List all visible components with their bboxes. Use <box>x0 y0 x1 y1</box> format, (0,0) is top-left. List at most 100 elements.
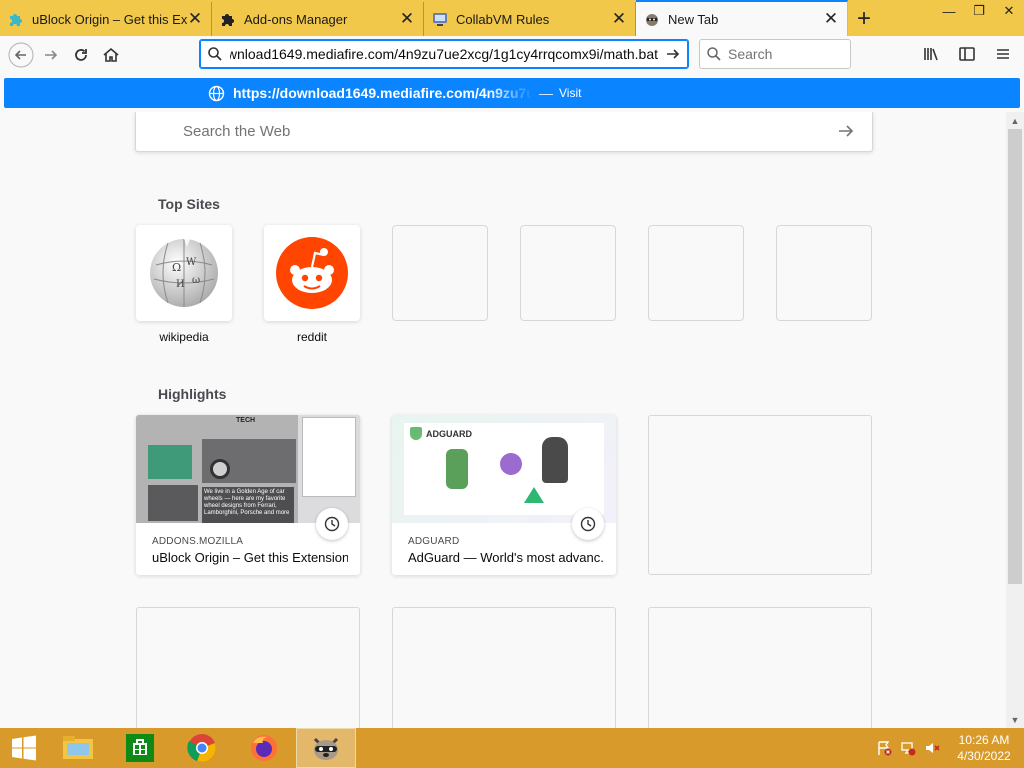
clock-icon <box>572 508 604 540</box>
window-controls: — ❐ ✕ <box>934 0 1024 22</box>
tab-strip: uBlock Origin – Get this Exte ✕ Add-ons … <box>0 0 1024 36</box>
start-button[interactable] <box>0 728 48 768</box>
highlight-placeholder <box>136 607 360 728</box>
suggestion-url: https://download1649.mediafire.com/4n9zu… <box>233 85 533 101</box>
address-bar[interactable]: wnload1649.mediafire.com/4n9zu7ue2xcg/1g… <box>199 39 689 69</box>
new-tab-button[interactable]: + <box>848 2 880 36</box>
close-tab-icon[interactable]: ✕ <box>187 9 203 28</box>
home-button[interactable] <box>96 40 126 70</box>
minimize-button[interactable]: — <box>934 0 964 22</box>
sidebar-icon <box>959 47 975 61</box>
highlight-placeholder <box>648 607 872 728</box>
svg-text:ω: ω <box>192 275 200 286</box>
search-placeholder: Search <box>728 46 773 62</box>
library-button[interactable] <box>916 40 946 68</box>
taskbar-chrome[interactable] <box>172 728 232 768</box>
top-site-empty[interactable] <box>520 225 616 321</box>
close-window-button[interactable]: ✕ <box>994 0 1024 22</box>
close-tab-icon[interactable]: ✕ <box>611 9 627 28</box>
forward-button[interactable] <box>36 40 66 70</box>
vertical-scrollbar[interactable]: ▲ ▼ <box>1006 112 1024 728</box>
clock-date: 4/30/2022 <box>957 749 1011 763</box>
tab-addons-manager[interactable]: Add-ons Manager ✕ <box>212 2 424 36</box>
search-bar[interactable]: Search <box>699 39 851 69</box>
restore-button[interactable]: ❐ <box>964 0 994 22</box>
reload-button[interactable] <box>66 40 96 70</box>
search-icon <box>706 46 722 62</box>
top-site-wikipedia[interactable]: Ω W И ω wikipedia <box>136 225 232 344</box>
web-search-box[interactable]: Search the Web <box>135 112 873 152</box>
highlight-host: ADGUARD <box>408 536 460 547</box>
top-site-label: wikipedia <box>159 330 209 344</box>
tab-collabvm-rules[interactable]: CollabVM Rules ✕ <box>424 2 636 36</box>
highlight-placeholder <box>392 607 616 728</box>
home-icon <box>103 47 119 62</box>
top-site-label: reddit <box>296 330 328 344</box>
firefox-icon <box>251 735 277 761</box>
raccoon-icon <box>313 737 339 760</box>
network-icon[interactable] <box>896 740 920 756</box>
tab-title: uBlock Origin – Get this Exte <box>32 11 187 27</box>
wikipedia-globe-icon: Ω W И ω <box>150 239 218 307</box>
chrome-icon <box>187 734 216 762</box>
windows-logo-icon <box>12 735 36 761</box>
reload-icon <box>75 49 87 61</box>
top-site-empty[interactable] <box>776 225 872 321</box>
explorer-icon <box>63 736 93 759</box>
clock-icon <box>316 508 348 540</box>
suggestion-separator: — <box>539 85 553 101</box>
hamburger-menu-icon <box>997 49 1009 59</box>
taskbar-explorer[interactable] <box>48 728 108 768</box>
top-site-empty[interactable] <box>648 225 744 321</box>
highlight-card-adguard[interactable]: ADGUARD ADGUARD AdGuard — World's most a… <box>392 415 616 575</box>
url-suggestion-row[interactable]: https://download1649.mediafire.com/4n9zu… <box>4 78 1020 108</box>
scroll-up-arrow-icon[interactable]: ▲ <box>1006 112 1024 129</box>
svg-text:Ω: Ω <box>172 261 181 274</box>
highlight-placeholder <box>648 415 872 575</box>
highlights-heading: Highlights <box>158 386 227 402</box>
web-search-placeholder: Search the Web <box>183 123 291 140</box>
action-center-flag-icon[interactable] <box>872 740 896 756</box>
back-button[interactable] <box>6 40 36 70</box>
system-tray: 10:26 AM 4/30/2022 <box>872 728 1024 768</box>
highlight-thumbnail: TECH We live in a Golden Age of car whee… <box>136 415 360 523</box>
windows-taskbar: 10:26 AM 4/30/2022 <box>0 728 1024 768</box>
top-site-reddit[interactable]: reddit <box>264 225 360 344</box>
store-icon <box>126 734 154 762</box>
scroll-down-arrow-icon[interactable]: ▼ <box>1006 711 1024 728</box>
search-submit-icon[interactable] <box>836 121 856 145</box>
collabvm-icon <box>432 11 448 27</box>
tab-title: New Tab <box>668 11 719 27</box>
sidebar-button[interactable] <box>952 40 982 68</box>
highlight-title: uBlock Origin – Get this Extension ... <box>152 550 348 565</box>
menu-button[interactable] <box>988 40 1018 68</box>
go-arrow-icon[interactable] <box>658 45 688 63</box>
forward-arrow-icon <box>45 50 58 60</box>
volume-muted-icon[interactable] <box>920 740 944 756</box>
taskbar-firefox[interactable] <box>234 728 294 768</box>
svg-text:W: W <box>186 257 197 268</box>
tab-ublock[interactable]: uBlock Origin – Get this Exte ✕ <box>0 2 212 36</box>
ublock-puzzle-icon <box>8 11 24 27</box>
tab-new-tab[interactable]: New Tab ✕ <box>636 0 848 36</box>
url-text[interactable]: wnload1649.mediafire.com/4n9zu7ue2xcg/1g… <box>230 46 658 62</box>
taskbar-store[interactable] <box>110 728 170 768</box>
highlight-host: ADDONS.MOZILLA <box>152 536 244 547</box>
thumbnail-header: TECH <box>236 417 256 424</box>
highlight-card-ublock[interactable]: TECH We live in a Golden Age of car whee… <box>136 415 360 575</box>
clock-time: 10:26 AM <box>958 733 1010 747</box>
globe-icon <box>208 85 225 102</box>
adguard-wordmark: ADGUARD <box>426 428 472 439</box>
library-icon <box>924 48 938 61</box>
back-arrow-icon <box>8 42 34 68</box>
taskbar-raccoon-app[interactable] <box>296 728 356 768</box>
close-tab-icon[interactable]: ✕ <box>823 9 839 28</box>
top-site-empty[interactable] <box>392 225 488 321</box>
scrollbar-thumb[interactable] <box>1008 129 1022 584</box>
adguard-logo: ADGUARD <box>410 427 472 440</box>
top-sites-heading: Top Sites <box>158 196 220 212</box>
close-tab-icon[interactable]: ✕ <box>399 9 415 28</box>
svg-text:И: И <box>176 279 185 290</box>
taskbar-clock[interactable]: 10:26 AM 4/30/2022 <box>944 732 1024 764</box>
tab-title: Add-ons Manager <box>244 11 348 27</box>
